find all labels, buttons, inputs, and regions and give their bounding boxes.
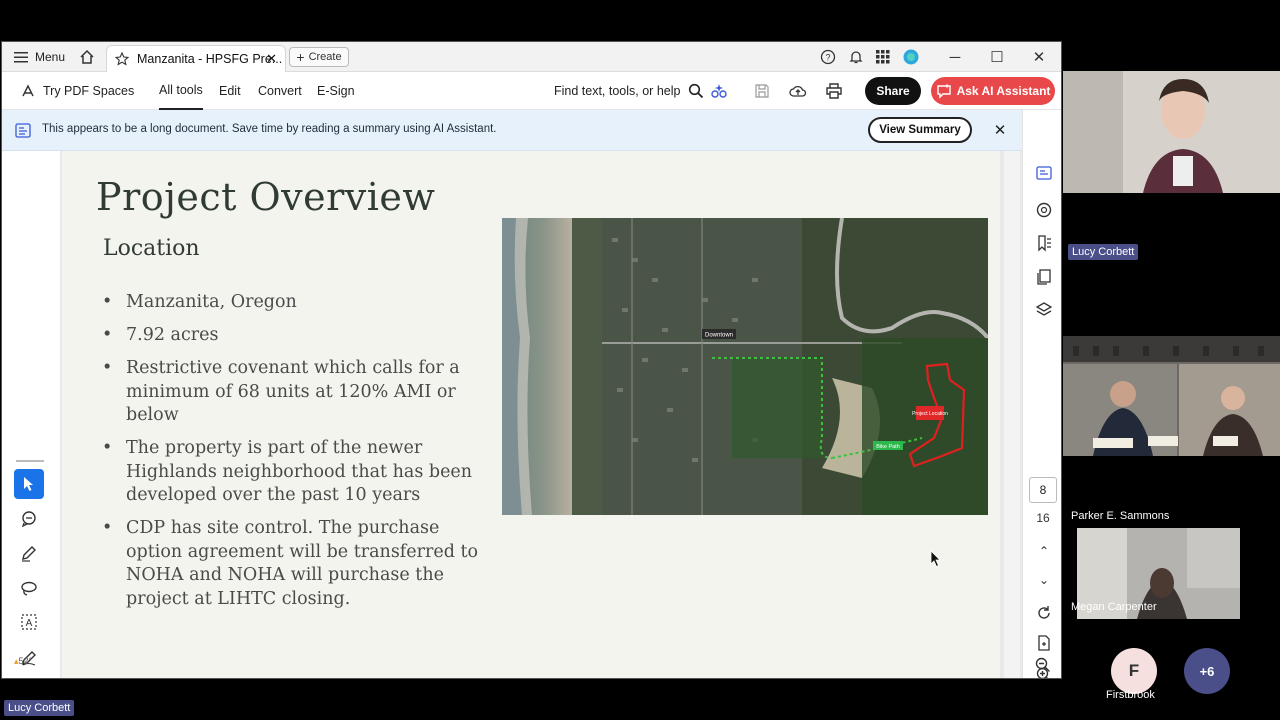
list-item: The property is part of the newer Highla… [102,437,492,508]
view-summary-button[interactable]: View Summary [868,117,972,143]
try-pdf-spaces-label: Try PDF Spaces [43,84,135,98]
ai-summary-banner: This appears to be a long document. Save… [2,110,1022,151]
pages-rail-icon[interactable] [1031,264,1057,290]
bell-icon[interactable] [848,42,864,72]
star-icon[interactable] [115,52,129,66]
weather-temp: 52° [18,656,33,666]
banner-close-icon[interactable]: ✕ [990,120,1010,140]
help-icon[interactable]: ? [820,42,836,72]
list-item: 7.92 acres [102,324,492,348]
tab-title: Manzanita - HPSFG Pre... [137,52,283,66]
map-label-project: Project Location [912,411,948,417]
comment-icon [21,511,36,528]
document-viewport[interactable]: Project Overview Location Manzanita, Ore… [2,151,1022,678]
rail-divider [16,460,44,462]
home-icon [80,49,94,64]
more-participants-button[interactable]: +6 [1184,648,1230,694]
menu-label: Menu [35,50,66,64]
share-button[interactable]: Share [865,77,921,105]
list-item: CDP has site control. The purchase optio… [102,517,492,611]
create-label: Create [308,51,342,63]
svg-text:?: ? [825,53,830,63]
search-icon [689,83,704,99]
participant-name-label: Firstbrook [1106,689,1155,701]
right-rail: 8 16 ⌃ ⌄ [1022,110,1061,678]
acrobat-window: Menu Manzanita - HPSFG Pre... ✕ + Create… [1,41,1062,679]
list-item: Manzanita, Oregon [102,291,492,315]
participant-video-lucy[interactable] [1063,71,1280,193]
menu-button[interactable]: Menu [14,42,65,72]
search-label: Find text, tools, or help [554,84,681,98]
text-box-icon: A [21,614,37,630]
text-recognition-tool-button[interactable]: A [14,607,44,637]
current-page-input[interactable]: 8 [1029,477,1057,503]
rotate-icon[interactable] [1031,600,1057,626]
upload-icon[interactable] [789,72,807,110]
profile-avatar[interactable] [903,42,919,72]
left-tool-rail: A ··· [2,151,60,678]
mouse-cursor-icon [930,550,941,568]
pen-icon [22,546,36,562]
lasso-icon [21,581,37,596]
hamburger-icon [14,52,28,63]
ai-assistant-icon [936,83,951,99]
participant-video-room[interactable] [1063,336,1280,456]
svg-text:A: A [26,618,33,629]
print-icon[interactable] [825,72,843,110]
map-label-bike-path: Bike Path [876,444,900,450]
draw-tool-button[interactable] [14,573,44,603]
spaces-icon [22,84,34,97]
summary-icon [15,123,31,138]
pdf-page: Project Overview Location Manzanita, Ore… [62,151,1000,678]
prev-page-chevron-up-icon[interactable]: ⌃ [1031,538,1057,564]
home-button[interactable] [79,42,95,72]
scrollbar-track[interactable] [1004,151,1020,678]
tab-all-tools[interactable]: All tools [159,72,203,110]
create-button[interactable]: + Create [289,47,349,67]
slide-subtitle: Location [103,236,200,261]
title-bar: Menu Manzanita - HPSFG Pre... ✕ + Create… [2,42,1061,72]
highlight-tool-button[interactable] [14,538,44,568]
cursor-arrow-icon [24,477,33,491]
ask-ai-assistant-button[interactable]: Ask AI Assistant [931,77,1055,105]
self-name-tag: Lucy Corbett [4,700,75,716]
participant-name-tag: Lucy Corbett [1068,244,1139,260]
slide-title: Project Overview [96,175,436,219]
aerial-map-image: Downtown Bike Path Project Location [502,218,988,515]
next-page-chevron-down-icon[interactable]: ⌄ [1031,567,1057,593]
save-icon[interactable] [754,72,770,110]
comment-tool-button[interactable] [14,504,44,534]
find-search-button[interactable]: Find text, tools, or help [554,72,704,110]
extract-page-icon[interactable] [1031,630,1057,656]
total-pages: 16 [1036,511,1050,525]
zoom-out-icon[interactable] [1030,654,1056,676]
participant-name-label: Megan Carpenter [1071,601,1157,613]
close-window-button[interactable]: ✕ [1019,42,1059,72]
tab-edit[interactable]: Edit [219,72,241,110]
try-pdf-spaces-button[interactable]: Try PDF Spaces [20,72,134,110]
avatar[interactable]: F [1111,648,1157,694]
comments-rail-icon[interactable] [1031,197,1057,223]
ai-label: Ask AI Assistant [956,84,1051,98]
tab-close-icon[interactable]: ✕ [266,51,277,67]
main-toolbar: Try PDF Spaces All tools Edit Convert E-… [2,72,1061,110]
tab-e-sign[interactable]: E-Sign [317,72,355,110]
bookmarks-rail-icon[interactable] [1031,230,1057,256]
bullet-list: Manzanita, Oregon 7.92 acres Restrictive… [102,291,492,621]
weather-widget[interactable]: ▴52° [14,656,32,667]
select-tool-button[interactable] [14,469,44,499]
ai-tools-icon[interactable] [710,72,728,110]
ai-summary-rail-icon[interactable] [1031,160,1057,186]
list-item: Restrictive covenant which calls for a m… [102,357,492,428]
tab-document[interactable]: Manzanita - HPSFG Pre... ✕ [106,45,286,72]
banner-text: This appears to be a long document. Save… [42,123,497,135]
maximize-button[interactable]: ☐ [977,42,1017,72]
plus-icon: + [296,49,305,65]
layers-rail-icon[interactable] [1031,297,1057,323]
participant-name-label: Parker E. Sammons [1071,510,1170,522]
apps-grid-icon[interactable] [876,42,890,72]
tab-convert[interactable]: Convert [258,72,302,110]
map-label-downtown: Downtown [705,333,733,339]
minimize-button[interactable]: ─ [935,42,975,72]
